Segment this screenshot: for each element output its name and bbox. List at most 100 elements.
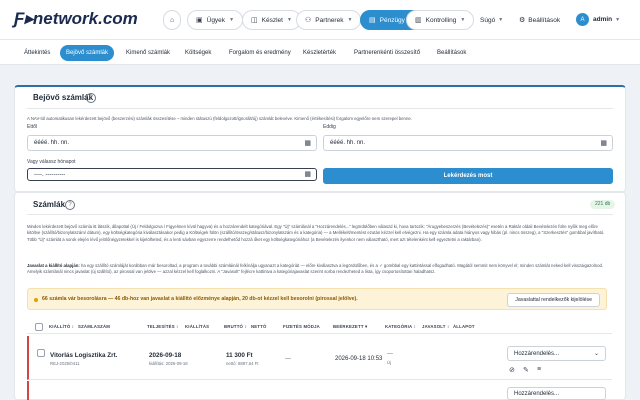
tab-beallitasok[interactable]: Beállítások (431, 45, 472, 61)
count-badge: 221 db (590, 200, 616, 209)
page-title: Bejövő számlák (33, 93, 94, 102)
users-icon: ⚇ (305, 17, 312, 24)
tab-bejovo-szamlak[interactable]: Bejövő számlák (60, 45, 115, 61)
help-icon[interactable]: ? (65, 200, 75, 210)
col-kiallito[interactable]: KIÁLLÍTÓ ↕ (49, 324, 74, 329)
box-icon: ◫ (251, 17, 258, 24)
chevron-down-icon: ⌄ (593, 351, 599, 357)
tab-attekintes[interactable]: Áttekintés (18, 45, 56, 61)
received-date: 2026-09-18 10:53 (335, 356, 383, 362)
logo[interactable]: Ƒ▸network.com (14, 9, 138, 29)
nav-label: Kontrolling (425, 16, 457, 24)
month-field[interactable]: ----. ---------- ▦ (27, 168, 317, 181)
query-submit-button[interactable]: Lekérdezés most (323, 168, 613, 184)
nav-ugyek[interactable]: ▣ Ügyek ▼ (187, 10, 244, 30)
select-suggested-button[interactable]: Javaslattal rendelkezők kijelölése (507, 293, 600, 307)
col-allapot: ÁLLAPOT (453, 324, 475, 329)
suggestion-title: Javaslat a kiállító alapján: (27, 263, 80, 268)
chevron-down-icon: ▼ (460, 17, 466, 23)
calendar-icon[interactable]: ▦ (600, 139, 607, 147)
status-note: Új (387, 360, 392, 365)
top-header: Ƒ▸network.com ⌂ ▣ Ügyek ▼ ◫ Készlet ▼ ⚇ Partn… (0, 0, 640, 40)
select-all-checkbox[interactable] (35, 323, 43, 331)
chart-icon: ▥ (415, 17, 422, 24)
suggestion-body: ha egy szállító számláját korábban már b… (27, 263, 604, 275)
from-date-value: éééé. hh. nn. (34, 140, 70, 146)
col-brutto[interactable]: BRUTTÓ ↕ (224, 324, 247, 329)
assign-select[interactable]: Hozzárendelés... (507, 387, 606, 400)
warning-text: 66 számla vár besorolásra — 46 db-hoz va… (42, 296, 358, 302)
user-menu[interactable]: admin ▼ (593, 13, 620, 27)
query-description: A NAV-tól automatikusan lekérdezett bejö… (27, 116, 412, 121)
help-menu[interactable]: Súgó ▼ (480, 10, 503, 30)
col-beerkezett[interactable]: BEÉRKEZETT ▾ (333, 324, 367, 330)
calendar-icon[interactable]: ▦ (304, 170, 311, 178)
nav-partnerek[interactable]: ⚇ Partnerek ▼ (296, 10, 362, 30)
section-title: Számlák (33, 200, 66, 209)
chevron-down-icon: ▼ (286, 17, 292, 23)
col-netto: NETTÓ (251, 324, 267, 329)
tab-partnerenkenti[interactable]: Partnerenkénti összesítő (348, 45, 426, 61)
to-date-field[interactable]: éééé. hh. nn. ▦ (323, 135, 613, 151)
to-date-value: éééé. hh. nn. (330, 140, 366, 146)
edit-icon[interactable]: ✎ (523, 366, 529, 374)
nav-home[interactable]: ⌂ (163, 10, 182, 30)
ignore-icon[interactable]: ⊘ (509, 366, 515, 374)
pending-warning: 66 számla vár besorolásra — 46 db-hoz va… (27, 288, 607, 310)
chevron-down-icon: ▼ (229, 17, 235, 23)
from-date-field[interactable]: éééé. hh. nn. ▦ (27, 135, 317, 151)
chevron-down-icon: ▼ (498, 17, 504, 23)
divider (27, 108, 613, 109)
home-icon: ⌂ (170, 16, 175, 24)
gear-icon: ⚙ (519, 17, 526, 24)
col-kategoria[interactable]: KATEGÓRIA ↕ (385, 324, 416, 329)
issuer-name: Vitorlás Logisztika Zrt. (50, 352, 118, 359)
nav-label: Pénzügy (379, 16, 405, 24)
month-value: ----. ---------- (34, 171, 66, 178)
settings-menu[interactable]: ⚙ Beállítások (519, 10, 560, 30)
nav-label: Partnerek (315, 16, 344, 24)
assign-placeholder: Hozzárendelés... (514, 350, 560, 357)
nav-keszlet[interactable]: ◫ Készlet ▼ (242, 10, 301, 30)
net-amount: nettó: 8897,64 Ft (226, 361, 259, 366)
fulfilment-date: 2026-09-18 (149, 352, 182, 359)
nav-label: Ügyek (206, 16, 226, 24)
finance-tabs: Áttekintés Bejövő számlák Kimenő számlák… (0, 40, 640, 65)
tab-keszletertek[interactable]: Készletérték (297, 45, 342, 61)
assign-placeholder: Hozzárendelés... (514, 390, 560, 397)
user-name: admin (593, 16, 613, 23)
tab-forgalom[interactable]: Forgalom és eredmény (223, 45, 297, 61)
nav-label: Készlet (261, 16, 283, 24)
warning-dot-icon (34, 298, 38, 302)
logo-text: network.com (32, 9, 138, 28)
table-header: KIÁLLÍTÓ ↕ SZÁMLASZÁM TELJESÍTÉS ↕ KIÁLL… (27, 320, 612, 334)
month-label: Vagy válassz hónapot (27, 159, 76, 165)
table-row: Vitorlás Logisztika Zrt. REJ-2025/0411 2… (27, 336, 612, 380)
money-icon: ▤ (369, 17, 376, 24)
suggestion-text: Javaslat a kiállító alapján: ha egy szál… (27, 263, 609, 276)
details-icon[interactable]: ≡ (537, 366, 541, 373)
tab-kimeno-szamlak[interactable]: Kimenő számlák (120, 45, 176, 61)
gross-amount: 11 300 Ft (226, 352, 253, 359)
logo-mark-icon: Ƒ▸ (14, 9, 33, 28)
col-kiallitas: KIÁLLÍTÁS (185, 324, 210, 329)
col-fizetes: FIZETÉS MÓDJA (283, 324, 320, 329)
avatar[interactable]: A (576, 13, 589, 26)
tab-koltsegek[interactable]: Költségek (179, 45, 217, 61)
invoices-help-text: Minden lekérdezett bejövő számla itt lát… (27, 224, 605, 242)
col-teljesites[interactable]: TELJESÍTÉS ↕ (147, 324, 179, 329)
settings-label: Beállítások (528, 16, 561, 24)
table-row: Hozzárendelés... (27, 381, 612, 400)
row-checkbox[interactable] (37, 349, 45, 357)
category-value: — (387, 351, 393, 357)
calendar-icon[interactable]: ▦ (304, 139, 311, 147)
assign-select[interactable]: Hozzárendelés... ⌄ (507, 346, 606, 361)
nav-kontrolling[interactable]: ▥ Kontrolling ▼ (406, 10, 475, 30)
from-label: Ettől (27, 124, 38, 130)
invoice-number: REJ-2025/0411 (50, 361, 80, 366)
help-label: Súgó (480, 16, 496, 24)
help-icon[interactable]: ? (86, 93, 96, 103)
to-label: Eddig (323, 124, 336, 130)
briefcase-icon: ▣ (196, 17, 203, 24)
col-javasolt[interactable]: JAVASOLT ↕ (422, 324, 449, 329)
